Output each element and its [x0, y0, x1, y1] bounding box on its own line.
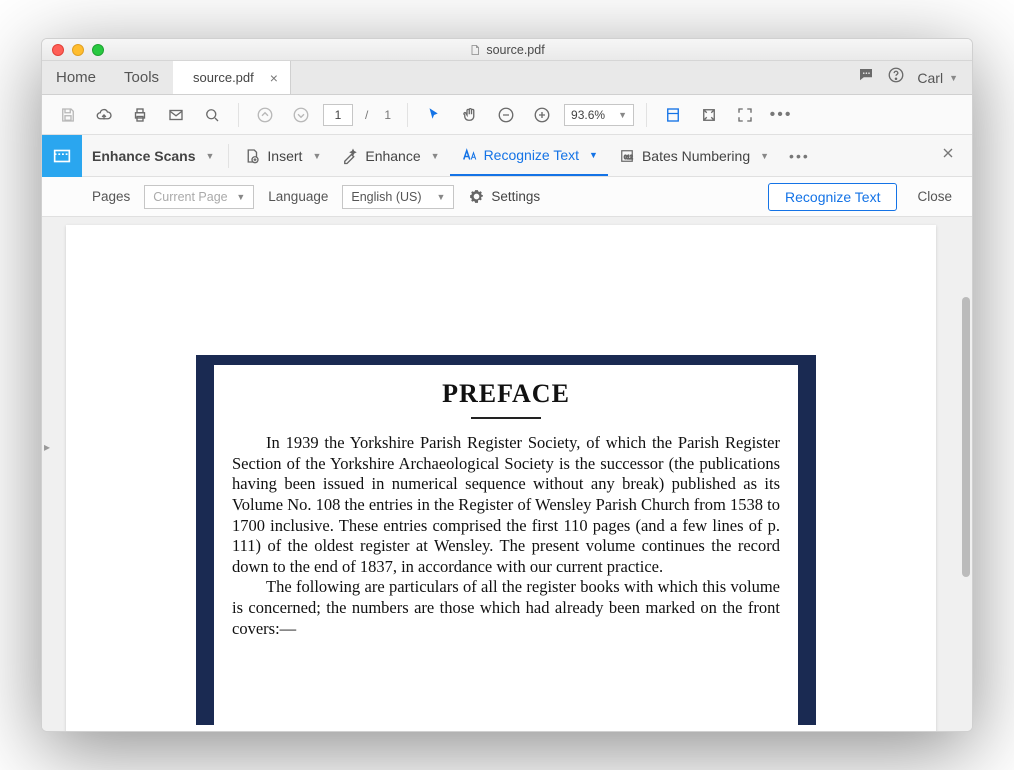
fullscreen-icon[interactable]	[731, 101, 759, 129]
bates-dropdown[interactable]: 012 Bates Numbering▼	[608, 135, 779, 176]
enhance-scans-tool-icon[interactable]	[42, 135, 82, 177]
app-window: source.pdf Home Tools source.pdf × Carl …	[41, 38, 973, 732]
page-number-input[interactable]	[323, 104, 353, 126]
enhance-scans-label: Enhance Scans	[92, 148, 196, 164]
window-zoom-button[interactable]	[92, 44, 104, 56]
page-down-icon[interactable]	[287, 101, 315, 129]
search-icon[interactable]	[198, 101, 226, 129]
tab-document[interactable]: source.pdf ×	[173, 61, 291, 94]
user-menu[interactable]: Carl ▼	[917, 70, 958, 86]
tab-tools[interactable]: Tools	[110, 61, 173, 94]
pages-select[interactable]: Current Page▼	[144, 185, 254, 209]
user-name: Carl	[917, 70, 943, 86]
tab-home[interactable]: Home	[42, 61, 110, 94]
recognize-text-button[interactable]: Recognize Text	[768, 183, 897, 211]
document-page: PREFACE In 1939 the Yorkshire Parish Reg…	[66, 225, 936, 731]
language-select[interactable]: English (US)▼	[342, 185, 454, 209]
recognize-text-subbar: Pages Current Page▼ Language English (US…	[42, 177, 972, 217]
main-toolbar: / 1 93.6%▼ •••	[42, 95, 972, 135]
settings-button[interactable]: Settings	[468, 188, 540, 205]
insert-label: Insert	[267, 148, 302, 164]
fit-width-icon[interactable]	[659, 101, 687, 129]
enhance-scans-dropdown[interactable]: Enhance Scans▼	[82, 135, 224, 176]
cloud-upload-icon[interactable]	[90, 101, 118, 129]
enhance-dropdown[interactable]: Enhance▼	[331, 135, 449, 176]
close-subbar-button[interactable]: Close	[911, 189, 958, 204]
zoom-out-icon[interactable]	[492, 101, 520, 129]
window-minimize-button[interactable]	[72, 44, 84, 56]
more-tools-button[interactable]: •••	[779, 135, 820, 176]
recognize-text-label: Recognize Text	[484, 147, 579, 163]
print-icon[interactable]	[126, 101, 154, 129]
zoom-in-icon[interactable]	[528, 101, 556, 129]
tab-document-label: source.pdf	[193, 70, 254, 85]
more-toolbar-icon[interactable]: •••	[767, 101, 795, 129]
svg-text:012: 012	[624, 155, 633, 161]
vertical-scrollbar[interactable]	[962, 297, 970, 577]
recognize-text-dropdown[interactable]: Recognize Text▼	[450, 135, 608, 176]
window-title: source.pdf	[486, 43, 544, 57]
gear-icon	[468, 188, 485, 205]
selection-tool-icon[interactable]	[420, 101, 448, 129]
pdf-file-icon	[469, 43, 481, 57]
recognize-text-icon	[460, 146, 478, 164]
bates-label: Bates Numbering	[642, 148, 750, 164]
fit-page-icon[interactable]	[695, 101, 723, 129]
doc-paragraph-2: The following are particulars of all the…	[232, 577, 780, 639]
page-separator: /	[365, 108, 368, 122]
insert-icon	[243, 147, 261, 165]
tab-close-button[interactable]: ×	[270, 70, 278, 86]
tab-row: Home Tools source.pdf × Carl ▼	[42, 61, 972, 95]
doc-paragraph-1: In 1939 the Yorkshire Parish Register So…	[232, 433, 780, 577]
doc-heading: PREFACE	[232, 379, 780, 409]
hand-tool-icon[interactable]	[456, 101, 484, 129]
document-viewport[interactable]: ▸ PREFACE In 1939 the Yorkshire Parish R…	[42, 217, 972, 731]
tools-toolbar: Enhance Scans▼ Insert▼ Enhance▼ Recogniz…	[42, 135, 972, 177]
zoom-value: 93.6%	[571, 108, 605, 122]
close-toolbar-button[interactable]	[924, 145, 972, 166]
collapse-sidebar-handle[interactable]: ▸	[42, 427, 52, 467]
language-label: Language	[268, 189, 328, 204]
settings-label: Settings	[491, 189, 540, 204]
window-close-button[interactable]	[52, 44, 64, 56]
page-total: 1	[384, 108, 391, 122]
pages-label: Pages	[92, 189, 130, 204]
enhance-label: Enhance	[365, 148, 420, 164]
zoom-select[interactable]: 93.6%▼	[564, 104, 634, 126]
email-icon[interactable]	[162, 101, 190, 129]
enhance-icon	[341, 147, 359, 165]
scanned-content: PREFACE In 1939 the Yorkshire Parish Reg…	[196, 355, 816, 725]
titlebar: source.pdf	[42, 39, 972, 61]
save-icon[interactable]	[54, 101, 82, 129]
bates-icon: 012	[618, 147, 636, 165]
page-up-icon[interactable]	[251, 101, 279, 129]
help-icon[interactable]	[887, 66, 905, 89]
chat-icon[interactable]	[857, 66, 875, 89]
insert-dropdown[interactable]: Insert▼	[233, 135, 331, 176]
